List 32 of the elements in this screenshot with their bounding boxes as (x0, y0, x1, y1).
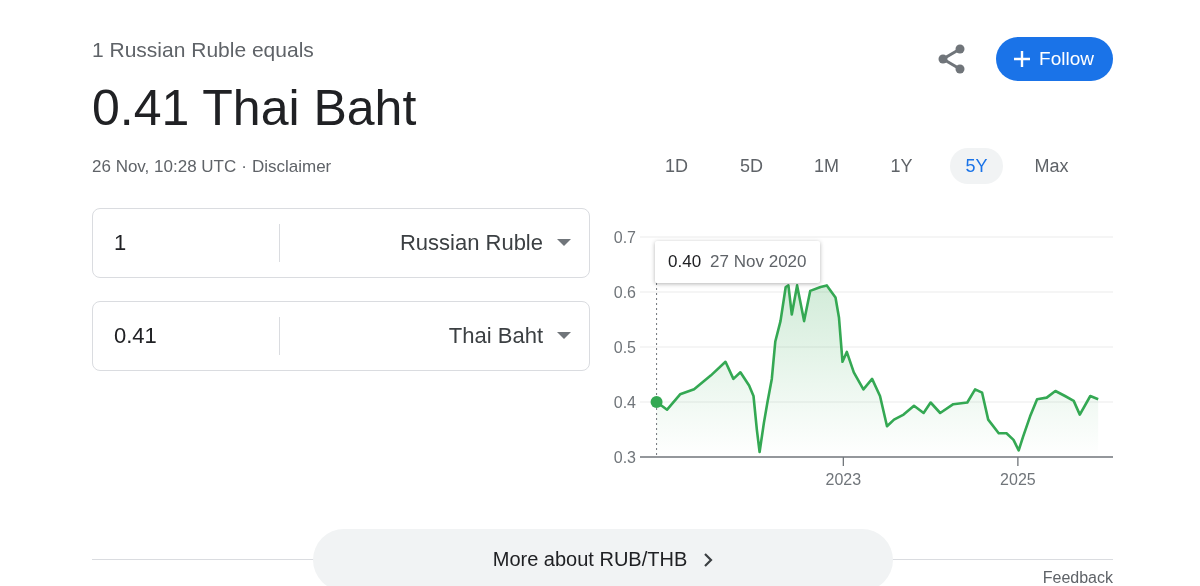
axis-label: 0.3 (613, 449, 636, 466)
result-text: 0.41 Thai Baht (92, 79, 417, 138)
currency-dropdown[interactable]: Russian Ruble (280, 209, 589, 277)
amount-field[interactable]: 1 (93, 230, 264, 256)
axis-label: 2025 (1000, 471, 1036, 488)
range-tab[interactable]: 1M (800, 148, 853, 184)
axis-label: 0.7 (613, 229, 636, 246)
tooltip-date: 27 Nov 2020 (710, 252, 807, 272)
disclaimer-link[interactable]: Disclaimer (251, 156, 332, 178)
tooltip-value: 0.40 (668, 252, 702, 272)
plus-icon (1013, 50, 1032, 68)
amount-field[interactable]: 0.41 (93, 323, 264, 349)
chevron-right-icon (703, 551, 714, 568)
caret-icon (557, 332, 571, 340)
range-tab[interactable]: 5Y (950, 148, 1003, 184)
axis-label: 0.5 (613, 339, 636, 356)
currency-dropdown[interactable]: Thai Baht (280, 302, 589, 370)
axis-label: 0.6 (613, 284, 636, 301)
range-tab[interactable]: 1D (650, 148, 703, 184)
range-tab[interactable]: 5D (725, 148, 778, 184)
axis-label: 2023 (825, 471, 862, 488)
hover-dot (650, 396, 663, 408)
range-tab[interactable]: 1Y (875, 148, 928, 184)
more-about-button[interactable]: More about RUB/THB (313, 529, 893, 586)
subtitle-text: 1 Russian Ruble equals (92, 37, 314, 63)
feedback-link[interactable]: Feedback (1042, 569, 1113, 586)
range-tab[interactable]: Max (1025, 148, 1078, 184)
follow-button[interactable]: Follow (996, 37, 1113, 81)
timestamp-text: 26 Nov, 10:28 UTC (92, 156, 237, 178)
separator-text: · (241, 156, 247, 178)
axis-label: 0.4 (613, 394, 636, 411)
caret-icon (557, 239, 571, 247)
